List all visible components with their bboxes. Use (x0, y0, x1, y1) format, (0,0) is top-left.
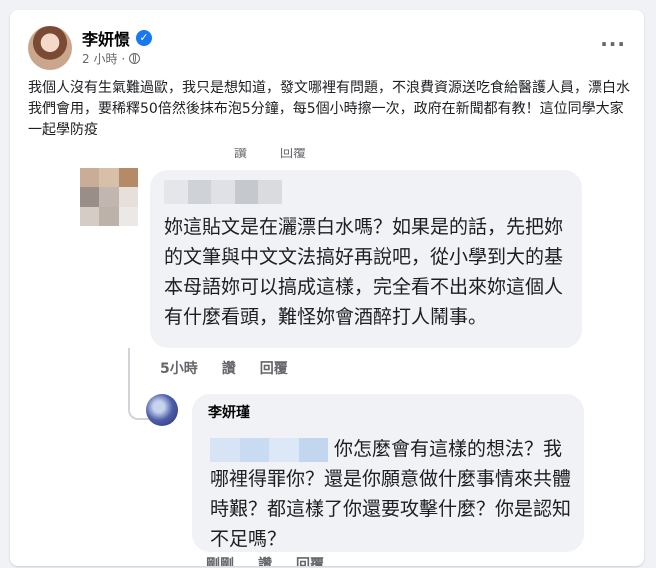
replier-name[interactable]: 李妍瑾 (208, 402, 250, 422)
author-avatar[interactable] (28, 26, 72, 70)
post-card: 李妍憬 ✓ 2 小時 · ··· 我個人沒有生氣難過歐，我只是想知道，發文哪裡有… (10, 10, 644, 566)
reply-reply-link[interactable]: 回覆 (296, 554, 324, 566)
comment-time[interactable]: 5小時 (160, 358, 198, 378)
comment-like-link[interactable]: 讚 (222, 358, 236, 378)
comment-reply-link[interactable]: 回覆 (260, 358, 288, 378)
post-time[interactable]: 2 小時 (82, 50, 117, 67)
author-name[interactable]: 李妍憬 (82, 26, 130, 50)
cropped-like-text: 讚 (234, 148, 248, 161)
commenter-avatar-blurred[interactable] (80, 168, 138, 226)
comment-actions: 5小時 讚 回覆 (160, 358, 288, 378)
commenter-name-blurred[interactable] (164, 180, 282, 204)
thread-connector (128, 348, 130, 404)
reply-text: 你怎麼會有這樣的想法？我哪裡得罪你？還是你願意做什麼事情來共體時艱？都這樣了你還… (210, 434, 574, 554)
more-options-icon[interactable]: ··· (600, 32, 626, 56)
author-name-row: 李妍憬 ✓ (82, 26, 153, 50)
reply-actions: 剛剛 讚 回覆 (206, 554, 324, 566)
reply-text-content: 你怎麼會有這樣的想法？我哪裡得罪你？還是你願意做什麼事情來共體時艱？都這樣了你還… (210, 438, 572, 550)
comment-bubble: 妳這貼文是在灑漂白水嗎？如果是的話，先把妳的文筆與中文文法搞好再說吧，從小學到大… (150, 170, 582, 348)
globe-icon (129, 53, 141, 64)
reply-bubble: 你怎麼會有這樣的想法？我哪裡得罪你？還是你願意做什麼事情來共體時艱？都這樣了你還… (192, 394, 584, 552)
reply-like-link[interactable]: 讚 (258, 554, 272, 566)
post-meta: 2 小時 · (82, 50, 141, 67)
verified-badge-icon: ✓ (136, 30, 153, 46)
reply-time[interactable]: 剛剛 (206, 554, 234, 566)
comment-text: 妳這貼文是在灑漂白水嗎？如果是的話，先把妳的文筆與中文文法搞好再說吧，從小學到大… (164, 216, 564, 328)
cropped-action-row: 讚 回覆 (10, 148, 644, 162)
post-text: 我個人沒有生氣難過歐，我只是想知道，發文哪裡有問題，不浪費資源送吃食給醫護人員，… (28, 80, 630, 138)
replier-avatar[interactable] (146, 394, 178, 426)
cropped-reply-text: 回覆 (280, 148, 307, 161)
